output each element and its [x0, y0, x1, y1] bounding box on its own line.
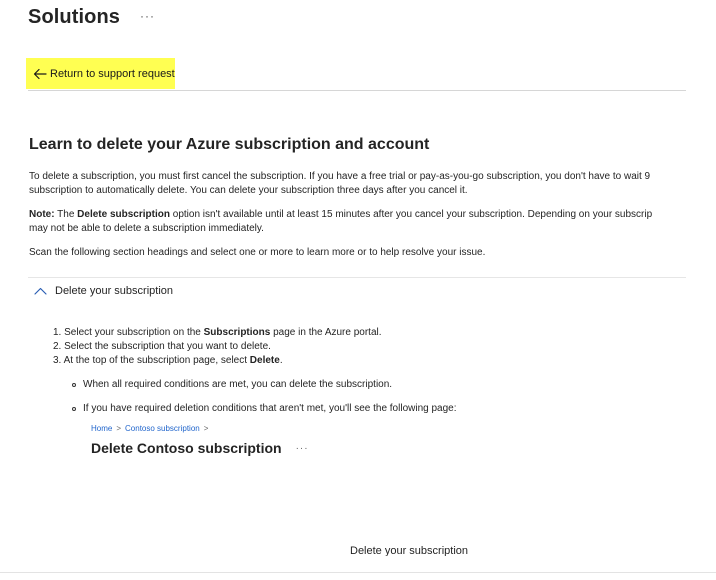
- breadcrumb: Home > Contoso subscription >: [91, 424, 309, 433]
- note-text-b: option isn't available until at least 15…: [169, 209, 653, 220]
- article-title: Learn to delete your Azure subscription …: [29, 136, 430, 153]
- breadcrumb-separator-icon: >: [203, 424, 209, 433]
- step-3-suffix: .: [279, 355, 283, 366]
- accordion-label: Delete your subscription: [55, 285, 174, 297]
- accordion-delete-subscription[interactable]: Delete your subscription: [34, 285, 173, 297]
- embedded-caption: Delete your subscription: [350, 545, 469, 556]
- list-item: 2. Select the subscription that you want…: [53, 340, 382, 354]
- bullet-dot-icon: [72, 406, 76, 411]
- chevron-up-icon: [34, 287, 47, 295]
- bullet-item: If you have required deletion conditions…: [72, 403, 457, 414]
- note-bold-term: Delete subscription: [77, 209, 170, 220]
- list-item: 3. At the top of the subscription page, …: [53, 354, 382, 368]
- bullet-text-2: If you have required deletion conditions…: [83, 403, 457, 414]
- steps-list: 1. Select your subscription on the Subsc…: [53, 326, 382, 368]
- step-3-prefix: 3. At the top of the subscription page, …: [53, 355, 250, 366]
- intro-line-1: To delete a subscription, you must first…: [29, 171, 651, 182]
- step-1-bold: Subscriptions: [203, 327, 271, 338]
- breadcrumb-home: Home: [91, 424, 113, 433]
- bullet-item: When all required conditions are met, yo…: [72, 379, 392, 390]
- scan-line: Scan the following section headings and …: [29, 247, 486, 258]
- step-2-text: 2. Select the subscription that you want…: [53, 341, 271, 352]
- embedded-portal-screenshot: Home > Contoso subscription > Delete Con…: [91, 424, 309, 456]
- arrow-left-icon: [33, 68, 47, 79]
- note-line-1: Note: The Delete subscription option isn…: [29, 208, 686, 222]
- bullet-text-1: When all required conditions are met, yo…: [83, 379, 393, 390]
- return-to-support-request-link[interactable]: Return to support request: [26, 58, 175, 89]
- note-label: Note:: [29, 209, 55, 220]
- header-divider: [28, 90, 686, 91]
- breadcrumb-separator-icon: >: [116, 424, 122, 433]
- note-text-a: The: [54, 209, 78, 220]
- embedded-title: Delete Contoso subscription: [91, 440, 282, 456]
- intro-line-2: subscription to automatically delete. Yo…: [29, 185, 468, 196]
- page-header: Solutions ···: [28, 6, 155, 29]
- back-link-label: Return to support request: [50, 67, 175, 80]
- note-line-2: may not be able to delete a subscription…: [29, 223, 264, 234]
- step-1-prefix: 1. Select your subscription on the: [53, 327, 204, 338]
- breadcrumb-subscription: Contoso subscription: [125, 424, 200, 433]
- bullet-dot-icon: [72, 382, 76, 387]
- step-3-bold: Delete: [249, 355, 280, 366]
- list-item: 1. Select your subscription on the Subsc…: [53, 326, 382, 340]
- bottom-divider: [0, 572, 716, 573]
- embedded-more-icon: ···: [295, 442, 309, 454]
- note-paragraph: Note: The Delete subscription option isn…: [29, 208, 686, 236]
- scan-paragraph: Scan the following section headings and …: [29, 246, 686, 260]
- more-options-icon[interactable]: ···: [140, 10, 155, 22]
- page-title: Solutions: [28, 6, 121, 28]
- embedded-title-row: Delete Contoso subscription ···: [91, 440, 309, 456]
- step-1-suffix: page in the Azure portal.: [270, 327, 382, 338]
- intro-paragraph: To delete a subscription, you must first…: [29, 170, 686, 198]
- accordion-divider: [28, 277, 686, 278]
